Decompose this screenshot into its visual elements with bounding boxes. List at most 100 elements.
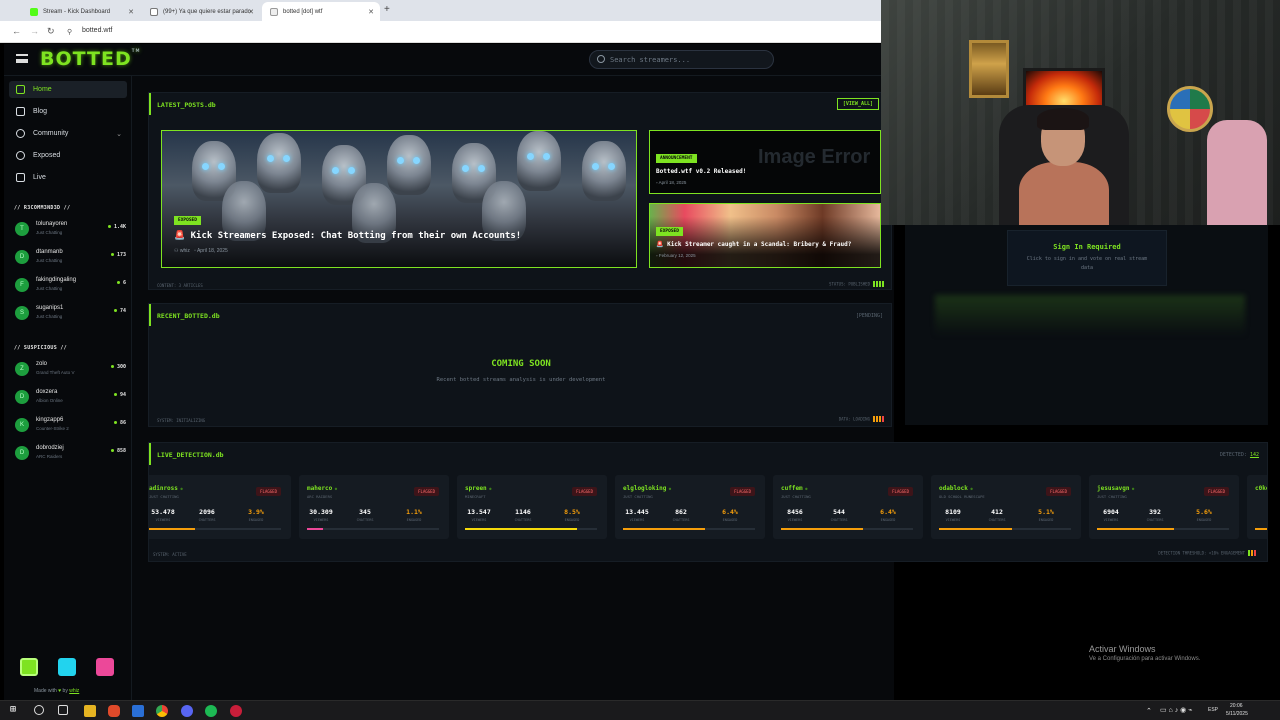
streamer-name: maherco xyxy=(307,485,337,492)
detection-card[interactable]: jesusavgn JUST CHATTING FLAGGED 6904VIEWERS… xyxy=(1089,475,1239,539)
obs-icon[interactable] xyxy=(230,705,242,717)
site-logo[interactable]: BOTTEDTM xyxy=(40,48,140,70)
engaged-stat: 3.9% ENGAGED xyxy=(248,508,264,522)
tray-icons[interactable]: ▭ ⌂ ♪ ◉ ⌁ xyxy=(1160,706,1192,714)
new-tab-button[interactable]: + xyxy=(384,4,390,15)
theme-pink-button[interactable] xyxy=(96,658,114,676)
vote-panel: Sign In Required Click to sign in and vo… xyxy=(905,225,1268,425)
streamer-list-item[interactable]: Ddoxzera Albion Online 94 xyxy=(12,387,128,409)
streamer-list-item[interactable]: Ddtanmanb Just Chatting 173 xyxy=(12,247,128,269)
sign-in-card[interactable]: Sign In Required Click to sign in and vo… xyxy=(1007,230,1167,286)
tab-kick-dashboard[interactable]: Stream - Kick Dashboard ✕ xyxy=(22,2,140,21)
viewers-stat: 8109 VIEWERS xyxy=(945,508,961,522)
streamer-list-item[interactable]: Ddobrodziej ARC Raiders 858 xyxy=(12,443,128,465)
detection-card[interactable]: adinross JUST CHATTING FLAGGED 53.478VIEWER… xyxy=(149,475,291,539)
viewers-stat: 13.547 VIEWERS xyxy=(467,508,491,522)
eye-icon xyxy=(16,151,25,160)
discord-icon[interactable] xyxy=(181,705,193,717)
announcement-badge: ANNOUNCEMENT xyxy=(656,154,697,163)
tab-botted[interactable]: botted [dot] wtf ✕ xyxy=(262,2,380,21)
detection-card[interactable]: maherco ARC RAIDERS FLAGGED 30.309VIEWERS 34… xyxy=(299,475,449,539)
sidebar-item-exposed[interactable]: Exposed xyxy=(9,147,127,164)
chatters-stat: 412 CHATTERS xyxy=(988,508,1006,522)
content-count: CONTENT: 3 ARTICLES xyxy=(157,283,203,288)
publish-status: STATUS: PUBLISHED xyxy=(829,281,885,288)
task-view-icon[interactable] xyxy=(58,705,68,715)
made-with-credit: Made with ♥ by whiz xyxy=(34,688,80,694)
menu-icon[interactable] xyxy=(16,54,28,63)
tab-youtube[interactable]: (99+) Ya que quiere estar parado ✕ xyxy=(142,2,260,21)
streamer-name: jesusavgn xyxy=(1097,485,1134,492)
tray-chevron-icon[interactable]: ⌃ xyxy=(1146,707,1152,715)
post-meta: ⚇ whiz ▫ April 18, 2025 xyxy=(174,248,228,254)
theme-green-button[interactable] xyxy=(20,658,38,676)
sidebar-item-home[interactable]: Home xyxy=(9,81,127,98)
detection-card[interactable]: cuffem JUST CHATTING FLAGGED 8456VIEWERS 544… xyxy=(773,475,923,539)
language-indicator[interactable]: ESP xyxy=(1208,707,1218,713)
sidebar-item-blog[interactable]: Blog xyxy=(9,103,127,120)
post-card-scandal[interactable]: EXPOSED 🚨 Kick Streamer caught in a Scan… xyxy=(649,203,881,268)
close-tab-icon[interactable]: ✕ xyxy=(368,8,374,16)
clock-date[interactable]: 5/11/2025 xyxy=(1226,711,1248,717)
viewer-count: 300 xyxy=(111,364,126,370)
detection-card[interactable]: elglogloking JUST CHATTING FLAGGED 13.445VI… xyxy=(615,475,765,539)
streamer-list-item[interactable]: Ssuganips1 Just Chatting 74 xyxy=(12,303,128,325)
detection-card[interactable]: odablock OLD SCHOOL RUNESCAPE FLAGGED 8109V… xyxy=(931,475,1081,539)
view-all-button[interactable]: [VIEW_ALL] xyxy=(836,98,879,110)
file-explorer-icon[interactable] xyxy=(84,705,96,717)
sidebar-item-live[interactable]: Live xyxy=(9,169,127,186)
coming-soon-subtitle: Recent botted streams analysis is under … xyxy=(436,377,606,383)
detection-card[interactable]: spreen MINECRAFT FLAGGED 13.547VIEWERS 1146C… xyxy=(457,475,607,539)
streamer-category: JUST CHATTING xyxy=(1097,494,1127,499)
close-tab-icon[interactable]: ✕ xyxy=(128,8,134,16)
streamer-list-item[interactable]: Kkingzapp6 Counter-Strike 2 86 xyxy=(12,415,128,437)
chrome-icon[interactable] xyxy=(156,705,168,717)
streamer-name: dtanmanb xyxy=(36,249,63,255)
search-icon xyxy=(597,55,605,63)
back-icon[interactable]: ← xyxy=(12,26,21,36)
forward-icon[interactable]: → xyxy=(30,26,39,36)
windows-start-icon[interactable]: ⊞ xyxy=(10,704,22,716)
chatters-stat: 345 CHATTERS xyxy=(356,508,374,522)
viewer-count: 94 xyxy=(114,392,126,398)
avatar: Z xyxy=(15,362,29,376)
theme-cyan-button[interactable] xyxy=(58,658,76,676)
engagement-bar xyxy=(1097,528,1229,530)
author-link[interactable]: whiz xyxy=(69,688,79,694)
spotify-icon[interactable] xyxy=(205,705,217,717)
site-info-icon[interactable]: ⚲ xyxy=(67,28,72,36)
streamer-list-item[interactable]: Zzolo Grand Theft Auto V 300 xyxy=(12,359,128,381)
kick-icon xyxy=(30,7,38,16)
pink-chair xyxy=(1207,120,1267,225)
chatters-stat: 392 CHATTERS xyxy=(1146,508,1164,522)
streamer-category: ARC Raiders xyxy=(36,454,63,459)
streamer-list-item[interactable]: Ffakingdingaling Just Chatting 6 xyxy=(12,275,128,297)
engagement-bar xyxy=(149,528,281,530)
url-text[interactable]: botted.wtf xyxy=(82,27,112,34)
clock-time[interactable]: 20:06 xyxy=(1230,703,1243,709)
detection-card[interactable]: c0keFLAGGEDVIEWERSCHATTERSENGAGED xyxy=(1247,475,1267,539)
panel-accent xyxy=(149,304,151,326)
flagged-badge: FLAGGED xyxy=(1046,487,1071,496)
streamer-category: Just Chatting xyxy=(36,230,63,235)
streamer-name: tolunayoren xyxy=(36,221,68,227)
chatters-stat: 862 CHATTERS xyxy=(672,508,690,522)
avatar: F xyxy=(15,278,29,292)
post-card-announcement[interactable]: Image Error ANNOUNCEMENT Botted.wtf v0.2… xyxy=(649,130,881,194)
close-tab-icon[interactable]: ✕ xyxy=(248,8,254,16)
search-input[interactable]: Search streamers... xyxy=(589,50,774,69)
viewer-count: 74 xyxy=(114,308,126,314)
store-icon[interactable] xyxy=(132,705,144,717)
page-icon xyxy=(150,7,158,16)
home-icon xyxy=(16,85,25,94)
search-placeholder: Search streamers... xyxy=(610,56,691,64)
brave-icon[interactable] xyxy=(108,705,120,717)
users-icon xyxy=(16,129,25,138)
reload-icon[interactable]: ↻ xyxy=(47,26,55,37)
streamer-list-item[interactable]: Ttolunayoren Just Chatting 1.4K xyxy=(12,219,128,241)
sidebar-item-community[interactable]: Community ⌄ xyxy=(9,125,127,142)
browser-tab-bar: Stream - Kick Dashboard ✕ (99+) Ya que q… xyxy=(0,0,881,21)
address-bar: ← → ↻ ⚲ botted.wtf xyxy=(0,21,881,43)
post-card-main[interactable]: EXPOSED 🚨 Kick Streamers Exposed: Chat B… xyxy=(161,130,637,268)
search-icon[interactable] xyxy=(34,705,44,715)
